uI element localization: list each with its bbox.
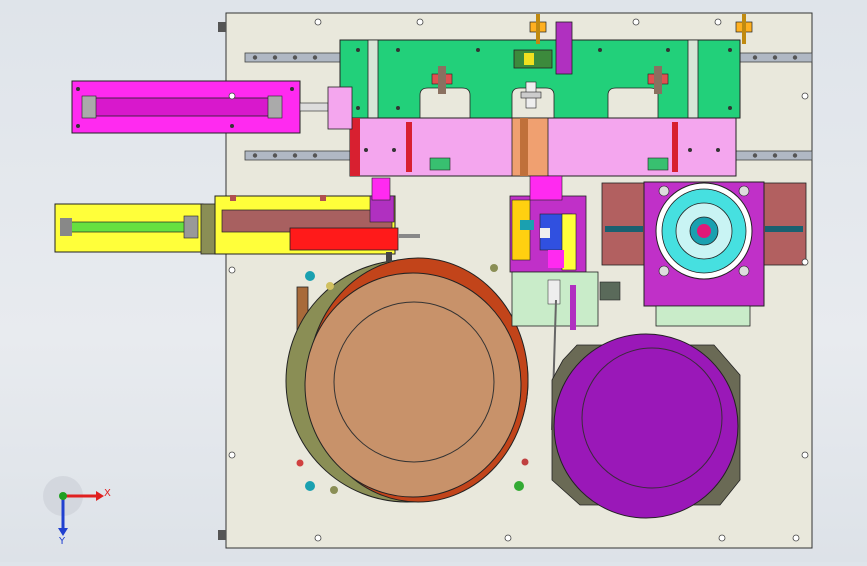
top-magenta-bracket[interactable]	[555, 21, 573, 75]
red-marker-1	[230, 195, 236, 201]
coordinate-triad: X Y	[43, 476, 111, 547]
pink-carriage-plate[interactable]	[349, 117, 737, 177]
left-edge-tab-top	[218, 22, 226, 32]
upper-air-cylinder[interactable]	[71, 80, 329, 134]
right-turntable[interactable]	[551, 333, 741, 519]
x-axis-label: X	[104, 488, 111, 499]
red-marker-2	[320, 195, 326, 201]
cylinder-mount-block[interactable]	[327, 86, 353, 130]
cad-viewport[interactable]: X Y	[0, 0, 867, 562]
top-frame-assembly[interactable]	[339, 39, 741, 119]
assembly-drawing: X Y	[43, 12, 813, 549]
left-edge-tab-bottom	[218, 530, 226, 540]
y-axis-label: Y	[58, 536, 66, 547]
